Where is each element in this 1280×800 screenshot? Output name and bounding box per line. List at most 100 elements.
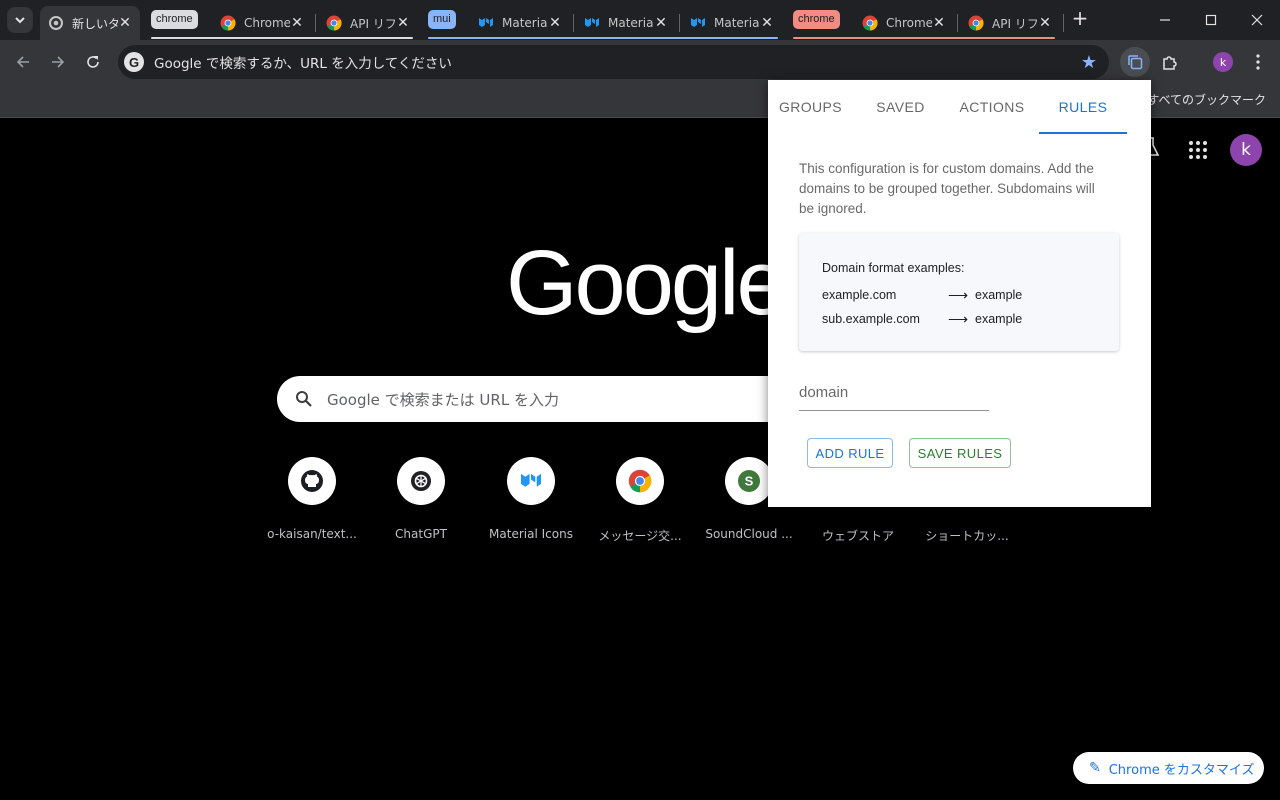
close-icon[interactable]: ✕ — [1038, 16, 1052, 30]
domain-examples-card: Domain format examples: example.com ⟶ ex… — [799, 233, 1119, 351]
tab-api-reference-2[interactable]: API リファレンス ✕ — [960, 6, 1060, 40]
tab-title: API リファレンス — [350, 16, 396, 31]
tab-group-chrome-chip[interactable]: chrome — [151, 10, 198, 29]
shortcut-tile[interactable]: o-kaisan/text... — [258, 457, 366, 541]
mui-icon — [690, 15, 706, 31]
shortcut-tile[interactable]: メッセージ交... — [586, 457, 694, 544]
minimize-icon — [1160, 19, 1170, 21]
add-rule-button[interactable]: ADD RULE — [807, 438, 893, 468]
tab-separator — [573, 14, 574, 32]
maximize-icon — [1205, 14, 1217, 26]
arrow-right-icon: ⟶ — [948, 311, 969, 327]
google-logo: Google — [506, 232, 788, 334]
shortcut-label: o-kaisan/text... — [267, 527, 357, 541]
domain-input[interactable]: domain — [799, 384, 989, 411]
avatar: k — [1213, 52, 1233, 72]
new-tab-button[interactable]: + — [1070, 8, 1090, 29]
pencil-icon: ✎ — [1089, 760, 1101, 776]
tab-title: Chrome — [244, 16, 290, 30]
profile-button[interactable]: k — [1208, 47, 1238, 77]
close-icon[interactable]: ✕ — [396, 16, 410, 30]
close-icon[interactable]: ✕ — [290, 16, 304, 30]
example-row: sub.example.com ⟶ example — [822, 311, 1102, 328]
tab-title: 新しいタブ — [72, 16, 118, 31]
example-from: example.com — [822, 288, 897, 302]
address-bar[interactable]: G Google で検索するか、URL を入力してください ★ — [118, 45, 1109, 79]
tab-indicator — [1039, 132, 1127, 134]
tab-api-reference[interactable]: API リファレンス ✕ — [318, 6, 418, 40]
examples-title: Domain format examples: — [822, 261, 965, 275]
example-row: example.com ⟶ example — [822, 287, 1102, 304]
arrow-back-icon — [16, 56, 29, 68]
tab-saved[interactable]: SAVED — [858, 80, 943, 134]
shortcut-label: ショートカッ... — [925, 529, 1009, 543]
shortcut-label: ウェブストア — [821, 529, 894, 543]
tab-material-1[interactable]: Material ✕ — [470, 6, 570, 40]
tab-title: Material — [502, 16, 548, 30]
close-window-button[interactable] — [1234, 0, 1280, 40]
tab-material-3[interactable]: Material ✕ — [682, 6, 782, 40]
google-icon: G — [124, 52, 144, 72]
example-to: example — [975, 288, 1023, 302]
save-rules-button[interactable]: SAVE RULES — [909, 438, 1011, 468]
rules-description: This configuration is for custom domains… — [799, 161, 1095, 216]
chrome-icon — [48, 15, 64, 31]
minimize-button[interactable] — [1142, 0, 1188, 40]
account-button[interactable]: k — [1230, 134, 1262, 166]
tab-title: Material — [714, 16, 760, 30]
tab-separator — [679, 14, 680, 32]
reload-icon — [87, 56, 99, 68]
puzzle-icon — [1163, 56, 1177, 70]
address-bar-text: Google で検索するか、URL を入力してください — [154, 56, 452, 72]
tab-search-button[interactable] — [7, 7, 33, 33]
avatar: k — [1230, 134, 1262, 166]
close-icon[interactable]: ✕ — [932, 16, 946, 30]
tab-group-chrome-red-chip[interactable]: chrome — [793, 10, 840, 29]
extension-popup: GROUPS SAVED ACTIONS RULES This configur… — [768, 80, 1151, 507]
shortcut-label: SoundCloud ... — [705, 527, 793, 541]
customize-chrome-button[interactable]: ✎ Chrome をカスタマイズ — [1073, 752, 1264, 784]
shortcut-tile[interactable]: ChatGPT — [367, 457, 475, 541]
tab-material-2[interactable]: Material ✕ — [576, 6, 676, 40]
tab-new-tab[interactable]: 新しいタブ ✕ — [40, 6, 140, 40]
s-icon: S — [725, 457, 773, 505]
forward-button[interactable] — [44, 48, 72, 76]
close-icon[interactable]: ✕ — [548, 16, 562, 30]
toolbar: G Google で検索するか、URL を入力してください ★ k — [0, 40, 1280, 84]
google-apps-button[interactable] — [1189, 141, 1207, 159]
chrome-icon — [220, 15, 236, 31]
all-bookmarks-label: すべてのブックマーク — [1147, 93, 1266, 107]
tab-chrome-2[interactable]: Chrome ✕ — [854, 6, 954, 40]
extensions-button[interactable] — [1155, 47, 1185, 77]
tab-groups[interactable]: GROUPS — [768, 80, 853, 134]
openai-icon — [397, 457, 445, 505]
tab-title: Material — [608, 16, 654, 30]
tab-groups-extension-button[interactable] — [1120, 47, 1150, 77]
tab-title: Chrome — [886, 16, 932, 30]
reload-button[interactable] — [79, 48, 107, 76]
chevron-down-icon — [15, 17, 25, 24]
close-icon[interactable]: ✕ — [760, 16, 774, 30]
chrome-icon — [326, 15, 342, 31]
menu-button[interactable] — [1243, 47, 1273, 77]
customize-label: Chrome をカスタマイズ — [1108, 762, 1255, 778]
example-to: example — [975, 312, 1023, 326]
mui-icon — [507, 457, 555, 505]
tab-separator — [315, 14, 316, 32]
tab-rules[interactable]: RULES — [1039, 80, 1127, 134]
bookmark-star-icon[interactable]: ★ — [1081, 52, 1097, 73]
tab-separator — [1063, 14, 1064, 32]
tab-actions[interactable]: ACTIONS — [948, 80, 1036, 134]
search-icon — [296, 391, 312, 407]
search-placeholder: Google で検索または URL を入力 — [327, 390, 559, 409]
maximize-button[interactable] — [1188, 0, 1234, 40]
close-icon[interactable]: ✕ — [654, 16, 668, 30]
tab-chrome[interactable]: Chrome ✕ — [212, 6, 312, 40]
tab-group-mui-chip[interactable]: mui — [428, 10, 456, 29]
back-button[interactable] — [9, 48, 37, 76]
close-icon[interactable]: ✕ — [118, 16, 132, 30]
chrome-icon — [616, 457, 664, 505]
shortcut-label: Material Icons — [489, 527, 573, 541]
shortcut-tile[interactable]: Material Icons — [477, 457, 585, 541]
shortcut-label: ChatGPT — [395, 527, 447, 541]
